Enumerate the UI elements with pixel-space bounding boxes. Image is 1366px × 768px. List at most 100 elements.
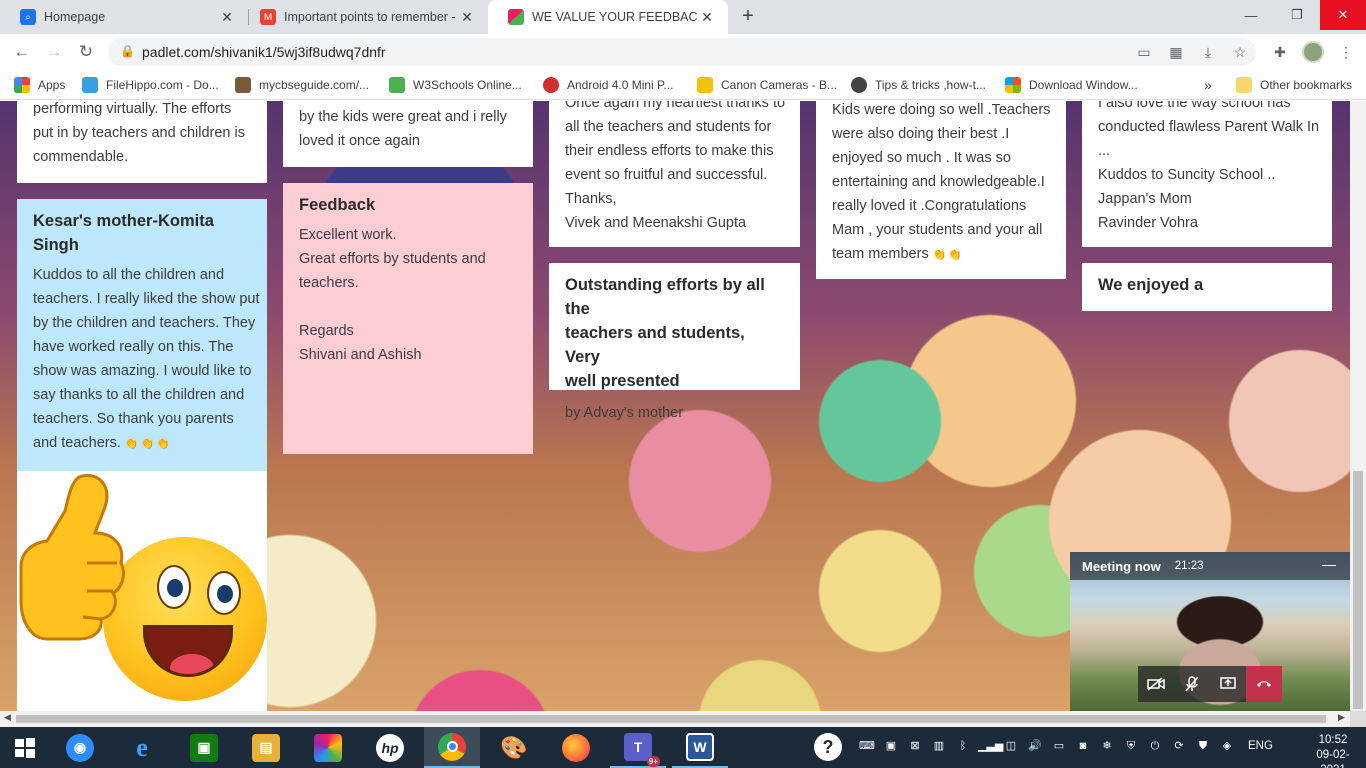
profile-avatar[interactable]	[1302, 41, 1324, 63]
taskbar-file-explorer[interactable]: ▤	[238, 727, 294, 768]
extensions-icon[interactable]: ✚	[1270, 42, 1290, 62]
qr-icon[interactable]: ▦	[1166, 42, 1186, 62]
pupil-icon	[217, 585, 233, 603]
taskbar-hp[interactable]: hp	[362, 727, 418, 768]
scroll-right-icon[interactable]: ▶	[1338, 712, 1345, 723]
forward-button[interactable]: →	[42, 40, 66, 64]
bookmark-mycbseguide[interactable]: mycbseguide.com/...	[235, 70, 369, 100]
mic-off-icon[interactable]	[1174, 666, 1210, 702]
apps-grid-icon	[14, 77, 30, 93]
folder-icon	[1236, 77, 1252, 93]
post-card-feedback[interactable]: Feedback Excellent work. Great efforts b…	[283, 183, 533, 454]
taskbar-chrome[interactable]	[424, 727, 480, 768]
post-card-col4-top[interactable]: Kids were doing so well .Teachers were a…	[816, 101, 1066, 279]
taskbar-word[interactable]: W	[672, 727, 728, 768]
bookmark-tips[interactable]: Tips & tricks ,how-t...	[851, 70, 986, 100]
other-bookmarks[interactable]: Other bookmarks	[1236, 70, 1352, 100]
tab-important-points[interactable]: M Important points to remember - ✕	[240, 0, 488, 34]
maximize-button[interactable]: ❐	[1274, 0, 1320, 30]
taskbar-zoom[interactable]: ◉	[52, 727, 108, 768]
vertical-scrollbar[interactable]	[1350, 101, 1366, 711]
tab-feedback[interactable]: WE VALUE YOUR FEEDBACK! ✕	[488, 0, 728, 34]
horizontal-scrollbar[interactable]: ◀ ▶	[0, 711, 1350, 727]
battery-icon[interactable]: ▭	[1050, 737, 1068, 755]
cast-icon[interactable]: ▭	[1134, 42, 1154, 62]
taskbar-paint-3d[interactable]	[300, 727, 356, 768]
post-card-col1-top[interactable]: performing virtually. The efforts put in…	[17, 101, 267, 183]
post-text: conducted flawless Parent Walk In	[1098, 119, 1320, 135]
tab-homepage[interactable]: ⌕ Homepage ✕	[0, 0, 248, 34]
taskbar-firefox[interactable]	[548, 727, 604, 768]
globe-icon	[851, 77, 867, 93]
bookmark-android[interactable]: Android 4.0 Mini P...	[543, 70, 674, 100]
post-text: by the children and teachers. They	[33, 315, 256, 331]
tab-title: Homepage	[44, 10, 106, 24]
tray-camera-icon[interactable]: ◙	[1074, 737, 1092, 755]
tab-title: WE VALUE YOUR FEEDBACK!	[532, 10, 698, 24]
post-text: Shivani and Ashish	[299, 347, 422, 363]
menu-icon[interactable]: ⋮	[1336, 42, 1356, 62]
power-icon[interactable]: ⏻	[1146, 737, 1164, 755]
tray-network-drive-icon[interactable]: ⊠	[906, 737, 924, 755]
post-title: We enjoyed a	[1098, 276, 1204, 294]
bookmark-canon[interactable]: Canon Cameras - B...	[697, 70, 837, 100]
taskbar-clock[interactable]: 10:52 09-02-2021	[1308, 733, 1358, 768]
tray-keyboard-icon[interactable]: ⌨	[858, 737, 876, 755]
meeting-minimize-button[interactable]: —	[1322, 556, 1336, 572]
bookmark-w3schools[interactable]: W3Schools Online...	[389, 70, 522, 100]
post-text: teachers.	[299, 275, 359, 291]
post-card-col5-top[interactable]: I also love the way school has conducted…	[1082, 101, 1332, 247]
tray-device-icon[interactable]: ▥	[930, 737, 948, 755]
scroll-left-icon[interactable]: ◀	[4, 712, 11, 723]
horizontal-scroll-thumb[interactable]	[16, 715, 1326, 723]
tray-antivirus-icon[interactable]: ◈	[1218, 737, 1236, 755]
hang-up-icon[interactable]	[1246, 666, 1282, 702]
taskbar-internet-explorer[interactable]: e	[114, 727, 170, 768]
camera-off-icon[interactable]	[1138, 666, 1174, 702]
taskbar-teams[interactable]: T 9+	[610, 727, 666, 768]
new-tab-button[interactable]: +	[736, 4, 760, 28]
post-card-col3-top[interactable]: Once again my heartiest thanks to all th…	[549, 101, 800, 247]
post-card-we-enjoyed[interactable]: We enjoyed a	[1082, 263, 1332, 311]
start-button[interactable]	[0, 727, 50, 768]
post-text: put in by teachers and children is	[33, 125, 245, 141]
reload-button[interactable]: ↻	[74, 40, 98, 64]
url-text[interactable]: padlet.com/shivanik1/5wj3if8udwq7dnfr	[142, 44, 386, 60]
install-icon[interactable]: ⤓	[1198, 42, 1218, 62]
vertical-scroll-thumb[interactable]	[1353, 471, 1363, 709]
snowflake-icon[interactable]: ❄	[1098, 737, 1116, 755]
taskbar-store[interactable]: ▣	[176, 727, 232, 768]
notification-badge: 9+	[646, 755, 660, 767]
post-card-kesars-mother[interactable]: Kesar's mother-Komita Singh Kuddos to al…	[17, 199, 267, 471]
help-icon[interactable]: ?	[814, 733, 842, 761]
padlet-icon	[508, 9, 524, 25]
bookmark-filehippo[interactable]: FileHippo.com - Do...	[82, 70, 219, 100]
address-bar[interactable]: 🔒 padlet.com/shivanik1/5wj3if8udwq7dnfr	[108, 38, 1256, 66]
post-card-col2-top[interactable]: by the kids were great and i relly loved…	[283, 101, 533, 167]
tray-shield-icon[interactable]: ⛊	[1194, 737, 1212, 755]
close-window-button[interactable]: ✕	[1320, 0, 1366, 30]
taskbar-paint[interactable]: 🎨	[486, 727, 542, 768]
bookmark-star-icon[interactable]: ☆	[1230, 42, 1250, 62]
teams-meeting-window[interactable]: Meeting now 21:23 —	[1070, 552, 1350, 712]
close-icon[interactable]: ✕	[698, 9, 716, 26]
back-button[interactable]: ←	[10, 40, 34, 64]
minimize-button[interactable]: —	[1228, 0, 1274, 30]
signal-icon[interactable]: ▁▃▅	[978, 737, 1003, 755]
bookmark-download-windows[interactable]: Download Window...	[1005, 70, 1138, 100]
bookmarks-overflow-button[interactable]: »	[1204, 70, 1212, 100]
share-screen-icon[interactable]	[1210, 666, 1246, 702]
bookmark-apps[interactable]: Apps	[14, 70, 65, 100]
close-icon[interactable]: ✕	[458, 9, 476, 26]
tray-security-icon[interactable]: ⛨	[1122, 737, 1140, 755]
tray-app-icon[interactable]: ◫	[1002, 737, 1020, 755]
tray-display-icon[interactable]: ▣	[882, 737, 900, 755]
bluetooth-icon[interactable]: ᛒ	[954, 737, 972, 755]
close-icon[interactable]: ✕	[218, 9, 236, 26]
language-indicator[interactable]: ENG	[1248, 740, 1273, 752]
post-text: Great efforts by students and	[299, 251, 486, 267]
gmail-icon: M	[260, 9, 276, 25]
post-card-outstanding-efforts[interactable]: Outstanding efforts by all the teachers …	[549, 263, 800, 421]
volume-icon[interactable]: 🔊	[1026, 737, 1044, 755]
tray-update-icon[interactable]: ⟳	[1170, 737, 1188, 755]
